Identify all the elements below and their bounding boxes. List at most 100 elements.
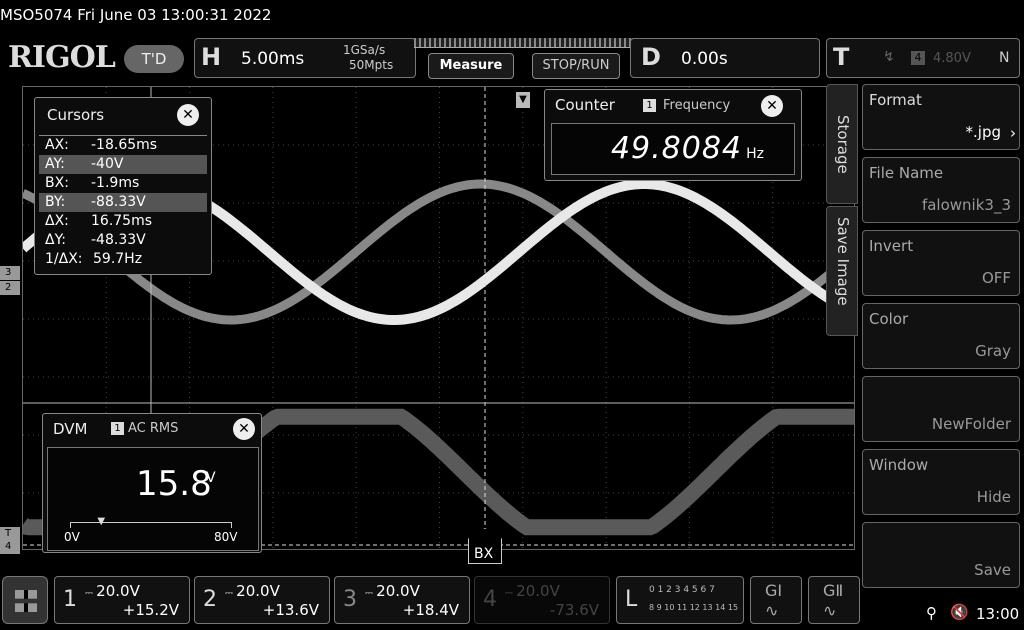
dvm-close-icon[interactable]: ✕ [233, 418, 255, 440]
logic-letter: L [625, 587, 638, 612]
storage-tab-label: Storage [834, 115, 852, 174]
side-menu-file-name[interactable]: File Name falownik3_3 [862, 157, 1020, 223]
color-label: Color [869, 310, 909, 328]
save-value: Save [974, 561, 1011, 579]
side-menu-color[interactable]: Color Gray [862, 303, 1020, 369]
cursor-row: AY: -40V [39, 155, 207, 174]
storage-tab[interactable]: Storage [826, 84, 858, 204]
dvm-panel[interactable]: DVM 1 AC RMS ✕ 15.8 V ▼ 0V 80V [42, 413, 262, 553]
trigger-source: 4 [911, 51, 925, 65]
cursor-key: ΔY: [45, 232, 66, 248]
measure-button[interactable]: Measure [428, 53, 514, 79]
cursors-close-icon[interactable]: ✕ [177, 104, 199, 126]
trigger-position-marker[interactable]: ▼ [516, 92, 530, 108]
cursor-row: ΔX: 16.75ms [39, 212, 207, 231]
channel-1-offset: +15.2V [122, 601, 179, 619]
brand-logo: RIGOL [8, 40, 116, 75]
clock-time: 13:00 [976, 605, 1020, 623]
cursor-value: 16.75ms [91, 213, 153, 229]
cursor-value: -48.33V [91, 232, 146, 248]
color-value: Gray [975, 342, 1011, 360]
trigger-level: 4.80V [933, 51, 971, 66]
mode-badge[interactable]: T'D [124, 45, 184, 73]
counter-close-icon[interactable]: ✕ [761, 95, 783, 117]
cursor-value: -40V [91, 156, 124, 172]
dvm-mode: AC RMS [128, 421, 179, 436]
bus-g1-label: GⅠ [765, 581, 783, 600]
channel-3-box[interactable]: 3 ⎓ 20.0V +18.4V [334, 576, 470, 624]
dvm-value: 15.8 [136, 464, 212, 504]
cursors-table: AX: -18.65ms AY: -40V BX: -1.9ms BY: -88.33V… [39, 135, 207, 269]
dvm-channel-badge: 1 [111, 422, 124, 435]
dvm-title: DVM [53, 420, 88, 438]
trigger-level-marker[interactable]: T [0, 527, 20, 541]
dvm-scale-max: 80V [214, 530, 238, 544]
format-label: Format [869, 91, 922, 109]
delay-letter: D [641, 43, 661, 71]
delay-panel[interactable]: D 0.00s [630, 38, 820, 78]
cursor-value: -88.33V [91, 194, 146, 210]
channel-3-scale: ⎓ 20.0V [365, 582, 420, 600]
counter-display: 49.8084 Hz [551, 123, 795, 175]
logic-row-1: 0 1 2 3 4 5 6 7 [649, 585, 715, 595]
cursor-key: ΔX: [45, 213, 69, 229]
logic-row-2: 8 9 10 11 12 13 14 15 [649, 603, 739, 612]
channel-2-marker[interactable]: 2 [0, 281, 20, 295]
counter-value: 49.8084 [610, 131, 742, 166]
dvm-scale-min: 0V [64, 530, 80, 544]
channel-3-number: 3 [343, 587, 357, 612]
cursor-row: ΔY: -48.33V [39, 231, 207, 250]
trigger-letter: T [833, 43, 850, 71]
channel-4-box[interactable]: 4 ⎓ 20.0V -73.6V [474, 576, 610, 624]
cursor-key: AX: [45, 137, 69, 153]
cursors-panel[interactable]: Cursors ✕ AX: -18.65ms AY: -40V BX: -1.9ms … [34, 97, 212, 275]
channel-3-marker[interactable]: 3 [0, 266, 20, 280]
dvm-unit: V [206, 470, 216, 486]
channel-4-marker[interactable]: 4 [0, 540, 20, 554]
dvm-display: 15.8 V ▼ 0V 80V [47, 447, 259, 551]
speaker-muted-icon[interactable]: 🔇 [950, 603, 969, 621]
trigger-edge-icon: ↯ [883, 49, 895, 65]
side-menu-new-folder[interactable]: NewFolder [862, 376, 1020, 442]
cursor-value: -1.9ms [91, 175, 140, 191]
channel-1-scale: ⎓ 20.0V [85, 582, 140, 600]
cursor-value: 59.7Hz [93, 251, 143, 267]
cursor-value: -18.65ms [91, 137, 158, 153]
side-menu-save[interactable]: Save [862, 522, 1020, 588]
memory-overview [414, 38, 634, 48]
side-menu-format[interactable]: Format *.jpg › [862, 84, 1020, 150]
horizontal-panel[interactable]: H 5.00ms 1GSa/s 50Mpts [194, 38, 416, 78]
trigger-panel[interactable]: T ↯ 4 4.80V N [826, 38, 1020, 78]
stop-run-button[interactable]: STOP/RUN [532, 53, 620, 79]
invert-value: OFF [981, 269, 1011, 287]
home-button[interactable] [2, 576, 48, 624]
cursor-key: AY: [45, 156, 65, 172]
horizontal-letter: H [201, 43, 222, 71]
counter-channel-badge: 1 [643, 99, 656, 112]
chevron-right-icon: › [1010, 124, 1016, 142]
file-name-value: falownik3_3 [921, 196, 1011, 214]
channel-4-number: 4 [483, 587, 497, 612]
save-image-tab-label: Save Image [834, 217, 852, 306]
counter-panel[interactable]: Counter 1 Frequency ✕ 49.8084 Hz [544, 89, 802, 181]
channel-1-box[interactable]: 1 ⎓ 20.0V +15.2V [54, 576, 190, 624]
channel-2-box[interactable]: 2 ⎓ 20.0V +13.6V [194, 576, 330, 624]
file-name-label: File Name [869, 164, 944, 182]
bus-g1-box[interactable]: GⅠ ∿ [750, 576, 802, 624]
bus-g2-label: GⅡ [823, 581, 844, 600]
save-image-tab[interactable]: Save Image [826, 206, 858, 336]
dvm-level-pointer: ▼ [97, 516, 106, 527]
grid-menu-icon [15, 590, 37, 612]
cursor-key: 1/ΔX: [45, 251, 83, 267]
channel-4-scale: ⎓ 20.0V [505, 582, 560, 600]
delay-value: 0.00s [681, 49, 728, 69]
channel-2-number: 2 [203, 587, 217, 612]
side-menu-window[interactable]: Window Hide [862, 449, 1020, 515]
channel-1-number: 1 [63, 587, 77, 612]
channel-2-scale: ⎓ 20.0V [225, 582, 280, 600]
usb-icon: ⚲ [926, 604, 937, 622]
bus-g2-box[interactable]: GⅡ ∿ [808, 576, 860, 624]
side-menu-invert[interactable]: Invert OFF [862, 230, 1020, 296]
bx-label: BX [474, 546, 494, 562]
logic-box[interactable]: L 0 1 2 3 4 5 6 7 8 9 10 11 12 13 14 15 [616, 576, 744, 624]
